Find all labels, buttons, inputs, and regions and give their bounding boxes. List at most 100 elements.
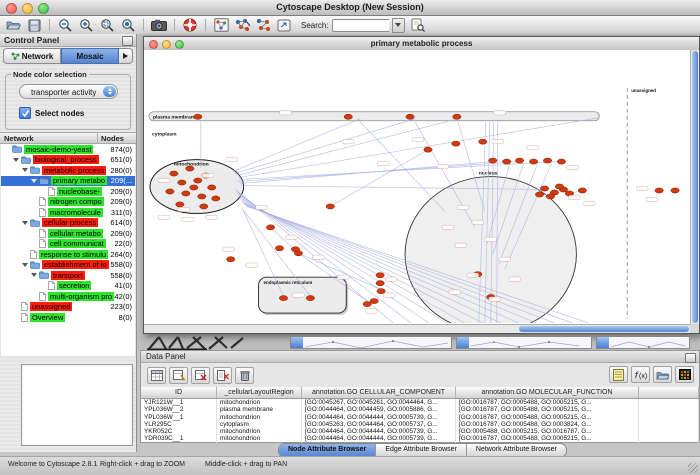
tree-col-network[interactable]: Network — [0, 133, 97, 143]
annotation-export-icon[interactable] — [276, 18, 292, 33]
tree-item-unassigned[interactable]: unassigned223(0) — [1, 302, 135, 313]
delete-attribute-icon[interactable] — [191, 367, 210, 384]
table-cell — [639, 414, 699, 421]
vizmapper-icon[interactable] — [213, 18, 229, 33]
tree-item-nucleobase-[interactable]: nucleobase-209(0) — [1, 186, 135, 197]
snapshot-camera-icon[interactable] — [151, 18, 167, 33]
trash-icon[interactable] — [235, 367, 254, 384]
node-color-dropdown[interactable]: transporter activity — [19, 84, 118, 99]
table-row[interactable]: YDR039C__1mitochondrion[GO:0044464, GO:0… — [141, 435, 699, 442]
table-cell: mitochondrion — [217, 435, 302, 442]
network-from-selection-alt-icon[interactable] — [255, 18, 271, 33]
create-attribute-icon[interactable] — [169, 367, 188, 384]
select-attributes-icon[interactable] — [147, 367, 166, 384]
zoom-fit-icon[interactable] — [120, 18, 136, 33]
data-panel: Data Panel f(x) ID _cellularLayoutRegion… — [140, 350, 700, 443]
tab-mosaic[interactable]: Mosaic — [61, 48, 119, 64]
tab-network[interactable]: Network — [3, 48, 61, 64]
notes-icon[interactable] — [609, 366, 628, 383]
expander-icon[interactable] — [13, 158, 19, 162]
zoom-out-icon[interactable] — [57, 18, 73, 33]
tree-item-response-to-stimulu[interactable]: response to stimulu264(0) — [1, 249, 135, 260]
delete-entry-icon[interactable] — [213, 367, 232, 384]
attribute-table-header[interactable]: ID _cellularLayoutRegion annotation.GO C… — [141, 387, 699, 399]
minimize-icon[interactable] — [162, 40, 171, 49]
canvas-horizontal-scrollbar[interactable] — [144, 324, 690, 333]
status-bar: Welcome to Cytoscape 2.8.1 Right-click +… — [0, 456, 700, 475]
table-row[interactable]: YPL036W__1mitochondrion[GO:0044464, GO:0… — [141, 414, 699, 421]
tree-item-biological-process[interactable]: biological_process651(0) — [1, 155, 135, 166]
minimize-button[interactable] — [22, 3, 33, 14]
tree-item-primary-metabo[interactable]: primary metabo209(... — [1, 176, 135, 187]
select-nodes-checkbox[interactable] — [19, 107, 31, 119]
svg-text:plasma membrane: plasma membrane — [153, 115, 197, 121]
table-cell: [GO:0016787, GO:0005488, GO:0005215, G..… — [456, 406, 639, 413]
float-panel-icon[interactable] — [685, 353, 696, 363]
tree-item-nitrogen-compo[interactable]: nitrogen compo209(0) — [1, 197, 135, 208]
table-row[interactable]: YKR052Cmitochondrion[GO:0044464, GO:0044… — [141, 428, 699, 435]
column-header-id[interactable]: ID — [141, 387, 217, 398]
tree-item-cellular-metabo[interactable]: cellular metabo209(0) — [1, 228, 135, 239]
expander-icon[interactable] — [22, 263, 28, 267]
minimized-window[interactable] — [290, 336, 452, 349]
table-cell: [GO:0016787, GO:0005488, GO:0005215, G..… — [456, 435, 639, 442]
more-tabs-button[interactable] — [119, 48, 133, 64]
minimized-window-titlebar[interactable] — [457, 337, 469, 348]
tree-item-secretion[interactable]: secretion41(0) — [1, 281, 135, 292]
open-icon[interactable] — [5, 18, 21, 33]
search-dropdown-arrow[interactable] — [392, 18, 405, 33]
birdseye-view[interactable] — [21, 364, 133, 446]
function-builder-icon[interactable]: f(x) — [631, 366, 650, 383]
help-ring-icon[interactable] — [182, 18, 198, 33]
column-header-region[interactable]: _cellularLayoutRegion — [217, 387, 302, 398]
tree-header[interactable]: Network Nodes — [0, 132, 136, 144]
network-window-titlebar[interactable]: primary metabolic process — [144, 37, 699, 51]
minimized-window[interactable] — [596, 336, 690, 349]
tree-col-nodes[interactable]: Nodes — [97, 133, 136, 143]
matrix-icon[interactable] — [675, 366, 694, 383]
search-input[interactable] — [332, 19, 389, 32]
expander-icon[interactable] — [22, 168, 28, 172]
minimized-window[interactable] — [456, 336, 592, 349]
import-attributes-icon[interactable] — [653, 366, 672, 383]
network-tree[interactable]: mosaic-demo-yeast874(0)biological_proces… — [1, 144, 135, 356]
network-from-selection-icon[interactable] — [234, 18, 250, 33]
zoom-icon[interactable] — [175, 40, 184, 49]
table-cell: [GO:0045263, GO:0044464, GO:0005737, G..… — [302, 421, 456, 428]
zoom-button[interactable] — [38, 3, 49, 14]
resize-grip[interactable] — [688, 463, 698, 473]
canvas-vertical-scrollbar[interactable] — [690, 50, 699, 324]
minimized-window-titlebar[interactable] — [291, 337, 303, 348]
close-icon[interactable] — [149, 40, 158, 49]
zoom-in-icon[interactable] — [78, 18, 94, 33]
float-panel-icon[interactable] — [122, 36, 133, 46]
table-row[interactable]: YPL036W__2plasma membrane[GO:0044464, GO… — [141, 406, 699, 413]
tree-item-establishment-of-lo[interactable]: establishment of lo558(0) — [1, 260, 135, 271]
enhanced-search-icon[interactable] — [410, 18, 426, 33]
expander-icon[interactable] — [31, 273, 37, 277]
table-row[interactable]: YJR121W__1mitochondrion[GO:0045267, GO:0… — [141, 399, 699, 406]
expander-icon[interactable] — [22, 221, 28, 225]
tree-item-mosaic-demo-yeast[interactable]: mosaic-demo-yeast874(0) — [1, 144, 135, 155]
column-header-cellular-component[interactable]: annotation.GO CELLULAR_COMPONENT — [302, 387, 456, 398]
save-icon[interactable] — [26, 18, 42, 33]
minimized-window-titlebar[interactable] — [597, 337, 609, 348]
expander-icon[interactable] — [31, 179, 37, 183]
table-row[interactable]: YLR295Ccytoplasm[GO:0045263, GO:0044464,… — [141, 421, 699, 428]
folder-icon — [30, 219, 40, 227]
column-header-molecular-function[interactable]: annotation.GO MOLECULAR_FUNCTION — [456, 387, 639, 398]
network-canvas[interactable]: plasma membrane cytoplasm nucleus mitoch… — [144, 50, 690, 323]
table-cell: YJR121W__1 — [141, 399, 217, 406]
tree-item-multi-organism-pro[interactable]: multi-organism pro42(0) — [1, 291, 135, 302]
tree-item-macromolecule[interactable]: macromolecule311(0) — [1, 207, 135, 218]
table-cell: YDR039C__1 — [141, 435, 217, 442]
folder-icon — [30, 261, 40, 269]
svg-text:(x): (x) — [639, 373, 647, 380]
tree-item-metabolic-process[interactable]: metabolic process280(0) — [1, 165, 135, 176]
zoom-selected-icon[interactable] — [99, 18, 115, 33]
tree-item-cellular-process[interactable]: cellular process614(0) — [1, 218, 135, 229]
tree-item-transport[interactable]: transport558(0) — [1, 270, 135, 281]
close-button[interactable] — [6, 3, 17, 14]
tree-item-overview[interactable]: Overview8(0) — [1, 312, 135, 323]
tree-item-cell-communicat[interactable]: cell communicat22(0) — [1, 239, 135, 250]
